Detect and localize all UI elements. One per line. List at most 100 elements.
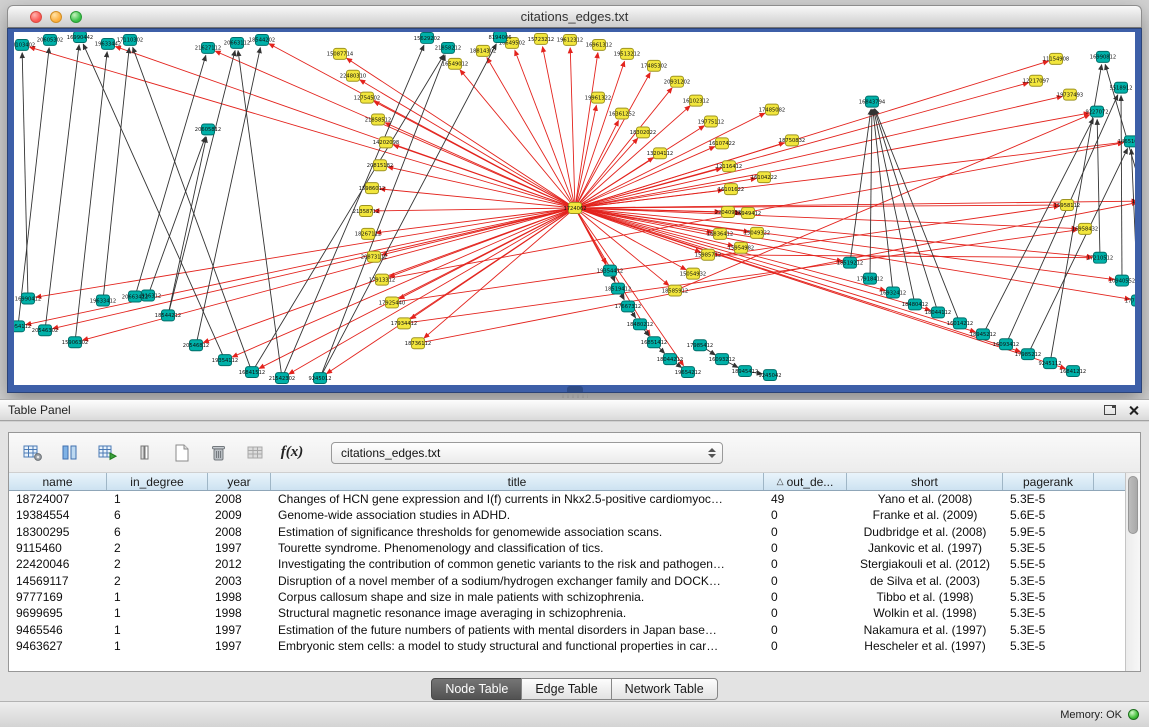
network-node[interactable]: 20663112 <box>224 37 250 48</box>
network-node[interactable]: 19961322 <box>585 92 611 103</box>
network-edge[interactable] <box>870 110 872 279</box>
vertical-scrollbar[interactable] <box>1125 473 1140 671</box>
network-node[interactable]: 20605302 <box>37 34 63 45</box>
tab-edge-table[interactable]: Edge Table <box>521 678 611 700</box>
network-node[interactable]: 19354412 <box>597 265 623 276</box>
network-node[interactable]: 18750832 <box>779 135 805 146</box>
network-edge[interactable] <box>135 56 206 297</box>
network-edge[interactable] <box>30 47 575 208</box>
delete-table-icon[interactable] <box>204 440 232 466</box>
network-edge[interactable] <box>575 208 930 310</box>
network-edge[interactable] <box>460 70 575 208</box>
network-node[interactable]: 19612312 <box>557 34 583 45</box>
network-node[interactable]: 20546302 <box>32 325 58 336</box>
network-node[interactable]: 16101622 <box>718 184 744 195</box>
network-edge[interactable] <box>575 105 596 208</box>
network-node[interactable]: 16990412 <box>15 293 41 304</box>
network-node[interactable]: 18544202 <box>249 34 275 45</box>
network-node[interactable]: 16841512 <box>239 367 265 378</box>
network-node[interactable]: 16841212 <box>1060 366 1086 377</box>
network-node[interactable]: 12217097 <box>1023 75 1049 86</box>
network-node[interactable]: 13204112 <box>647 148 673 159</box>
column-header-pagerank[interactable]: pagerank <box>1003 473 1094 490</box>
table-row[interactable]: 969969511998Structural magnetic resonanc… <box>9 605 1125 621</box>
network-node[interactable]: 16961312 <box>586 39 612 50</box>
network-node[interactable]: 19775112 <box>698 116 724 127</box>
network-node[interactable]: 19633412 <box>90 295 116 306</box>
table-row[interactable]: 1456911722003Disruption of a novel membe… <box>9 572 1125 588</box>
panel-splitter[interactable] <box>562 394 588 398</box>
network-node[interactable]: 15054932 <box>680 268 706 279</box>
network-edge[interactable] <box>380 189 575 208</box>
network-node[interactable]: 22480310 <box>340 70 366 81</box>
network-edge[interactable] <box>83 208 575 340</box>
network-node[interactable]: 14651012 <box>1118 136 1135 147</box>
zoom-window-button[interactable] <box>70 11 82 23</box>
network-node[interactable]: 21054112 <box>14 321 31 332</box>
network-node[interactable]: 16102312 <box>683 95 709 106</box>
network-edge[interactable] <box>45 45 79 330</box>
network-node[interactable]: 12116412 <box>716 161 742 172</box>
network-edge[interactable] <box>374 208 575 211</box>
table-row[interactable]: 1830029562008Estimation of significance … <box>9 524 1125 540</box>
network-edge[interactable] <box>1028 149 1128 355</box>
network-node[interactable]: 16014212 <box>947 318 973 329</box>
network-node[interactable]: 15986012 <box>359 183 385 194</box>
network-edge[interactable] <box>418 203 1135 344</box>
network-node[interactable]: 18044112 <box>925 307 951 318</box>
network-edge[interactable] <box>487 58 575 208</box>
network-node[interactable]: 15954982 <box>728 242 754 253</box>
import-table-icon[interactable] <box>241 440 269 466</box>
network-node[interactable]: 17985212 <box>1015 349 1041 360</box>
table-row[interactable]: 1938455462009Genome-wide association stu… <box>9 507 1125 523</box>
network-edge[interactable] <box>392 206 1059 302</box>
network-node[interactable]: 20546812 <box>183 340 209 351</box>
network-edge[interactable] <box>238 51 282 378</box>
network-node[interactable]: 16361252 <box>609 108 635 119</box>
close-panel-icon[interactable] <box>1128 405 1139 416</box>
network-edge[interactable] <box>575 113 1089 208</box>
network-edge[interactable] <box>168 51 235 316</box>
column-header-title[interactable]: title <box>271 473 764 490</box>
network-node[interactable]: 15629202 <box>414 32 440 43</box>
new-file-icon[interactable] <box>167 440 195 466</box>
network-edge[interactable] <box>269 44 575 208</box>
view-resize-grip[interactable] <box>567 386 583 392</box>
table-row[interactable]: 946362711997Embryonic stem cells: a mode… <box>9 638 1125 654</box>
network-node[interactable]: 18103402 <box>14 39 35 50</box>
network-node[interactable]: 20605812 <box>195 124 221 135</box>
network-edge[interactable] <box>1097 120 1100 258</box>
network-edge[interactable] <box>103 48 129 301</box>
columns-icon[interactable] <box>56 440 84 466</box>
column-header-out-degree[interactable]: △ out_de... <box>764 473 847 490</box>
table-settings-icon[interactable] <box>19 440 47 466</box>
network-node[interactable]: 18302022 <box>630 127 656 138</box>
network-node[interactable]: 17485082 <box>759 104 785 115</box>
network-node[interactable]: 18945412 <box>732 366 758 377</box>
network-node[interactable]: 21358712 <box>353 206 379 217</box>
close-window-button[interactable] <box>30 11 42 23</box>
network-node[interactable]: 21858212 <box>435 42 461 53</box>
network-node[interactable]: 19513212 <box>614 48 640 59</box>
network-node[interactable]: 16093212 <box>709 354 735 365</box>
network-edge[interactable] <box>196 48 260 345</box>
network-node[interactable]: 16549012 <box>442 58 468 69</box>
network-node[interactable]: 20931202 <box>664 76 690 87</box>
network-node[interactable]: 16990442 <box>67 32 93 42</box>
network-node[interactable]: 17934412 <box>391 318 417 329</box>
network-edge[interactable] <box>1006 95 1118 344</box>
network-node[interactable]: 17485302 <box>641 60 667 71</box>
network-edge[interactable] <box>850 109 871 262</box>
tab-network-table[interactable]: Network Table <box>611 678 718 700</box>
network-edge[interactable] <box>133 47 252 372</box>
network-node[interactable]: 18480212 <box>627 319 653 330</box>
minimize-window-button[interactable] <box>50 11 62 23</box>
network-node[interactable]: 15087714 <box>327 48 353 59</box>
network-node[interactable]: 15958112 <box>1054 200 1080 211</box>
column-header-name[interactable]: name <box>9 473 107 490</box>
network-node[interactable]: 17925440 <box>379 297 405 308</box>
network-edge[interactable] <box>515 50 575 208</box>
network-edge[interactable] <box>289 208 575 374</box>
table-row[interactable]: 1872400712008Changes of HCN gene express… <box>9 491 1125 507</box>
network-node[interactable]: 18544212 <box>155 310 181 321</box>
